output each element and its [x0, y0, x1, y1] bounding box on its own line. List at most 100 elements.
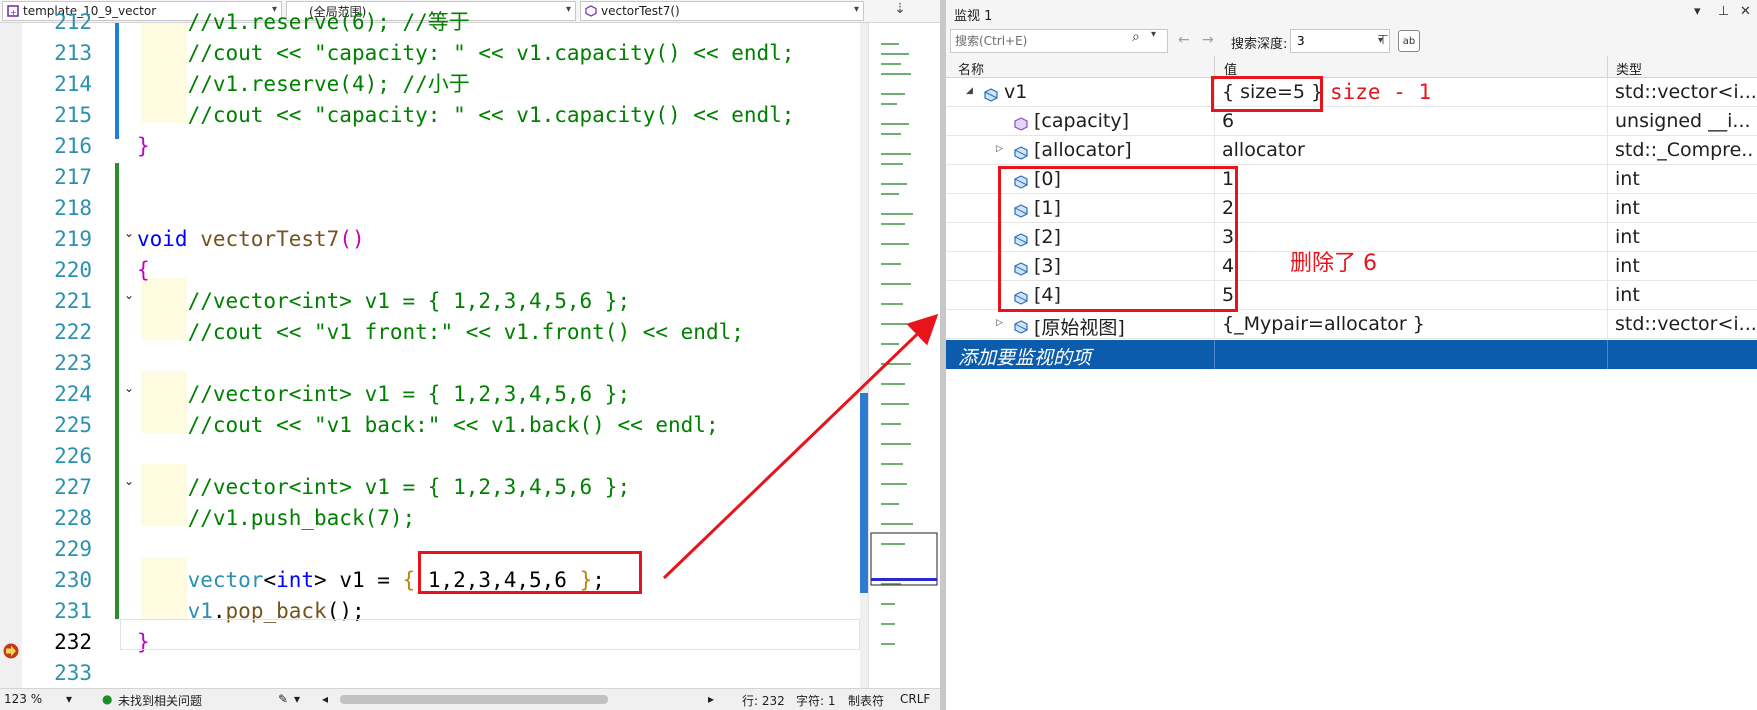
line-number: 221: [54, 289, 92, 313]
svg-text:+: +: [10, 8, 17, 17]
editor-vertical-scrollbar[interactable]: [860, 23, 868, 688]
annotation-box-initializer: [418, 551, 642, 594]
watch-type: std::vector<i...: [1615, 81, 1755, 103]
column-type[interactable]: 类型: [1616, 59, 1642, 78]
code-line[interactable]: {: [137, 255, 150, 286]
code-line[interactable]: void vectorTest7(): [137, 224, 365, 255]
column-name[interactable]: 名称: [958, 59, 984, 78]
chevron-down-icon[interactable]: ▾: [66, 692, 72, 706]
code-line[interactable]: //cout << "capacity: " << v1.capacity() …: [137, 38, 795, 69]
line-number: 224: [54, 382, 92, 406]
pin-icon[interactable]: ⊥: [1718, 4, 1729, 19]
watch-name: [allocator]: [1034, 139, 1132, 161]
line-number: 213: [54, 41, 92, 65]
search-icon[interactable]: ⌕: [1132, 29, 1140, 45]
search-previous-icon[interactable]: ←: [1178, 32, 1190, 48]
editor-horizontal-scrollbar[interactable]: [340, 695, 608, 704]
watch-type: int: [1615, 168, 1640, 190]
split-editor-icon[interactable]: ⇣: [888, 1, 912, 21]
hex-display-icon[interactable]: ab: [1398, 30, 1420, 52]
scroll-right-icon[interactable]: ▸: [708, 692, 714, 706]
expand-icon[interactable]: ▷: [996, 318, 1003, 328]
column-divider: [1607, 310, 1608, 339]
minimap-preview: [870, 43, 938, 645]
issues-status[interactable]: 未找到相关问题: [118, 692, 202, 709]
code-line[interactable]: }: [137, 131, 150, 162]
watch-title: 监视 1: [954, 9, 993, 24]
collapse-icon[interactable]: ◢: [966, 86, 973, 96]
annotation-box-elements: [998, 166, 1238, 312]
line-number: 214: [54, 72, 92, 96]
code-line[interactable]: //vector<int> v1 = { 1,2,3,4,5,6 };: [137, 379, 631, 410]
code-line[interactable]: //vector<int> v1 = { 1,2,3,4,5,6 };: [137, 472, 631, 503]
add-watch-row[interactable]: 添加要监视的项: [946, 340, 1757, 369]
indicator-margin[interactable]: [0, 23, 22, 688]
code-line[interactable]: //cout << "v1 back:" << v1.back() << end…: [137, 410, 719, 441]
close-icon[interactable]: ✕: [1740, 4, 1751, 19]
fold-toggle-icon[interactable]: ⌄: [124, 474, 134, 488]
chevron-down-icon[interactable]: ▾: [1151, 29, 1156, 40]
line-number: 219: [54, 227, 92, 251]
pin-watch-icon[interactable]: ⊤: [1372, 30, 1394, 52]
column-splitter[interactable]: [1214, 56, 1215, 78]
chevron-down-icon: ▾: [853, 4, 859, 15]
current-statement-arrow-icon: [3, 643, 19, 659]
watch-value[interactable]: {_Mypair=allocator }: [1222, 313, 1425, 335]
fold-toggle-icon[interactable]: ⌄: [124, 381, 134, 395]
annotation-box-size: [1211, 76, 1323, 112]
code-line[interactable]: //v1.reserve(6); //等于: [137, 7, 470, 38]
watch-type: int: [1615, 255, 1640, 277]
function-label: vectorTest7(): [601, 4, 680, 18]
watch-type: std::vector<i...: [1615, 313, 1755, 335]
watch-type: int: [1615, 226, 1640, 248]
fold-toggle-icon[interactable]: ⌄: [124, 226, 134, 240]
column-divider: [1607, 78, 1608, 107]
watch-value[interactable]: 6: [1222, 110, 1234, 132]
code-editor[interactable]: + template_10_9_vector ▾ (全局范围) ▾ vector…: [0, 0, 940, 710]
line-number: 223: [54, 351, 92, 375]
code-line[interactable]: //vector<int> v1 = { 1,2,3,4,5,6 };: [137, 286, 631, 317]
brush-icon[interactable]: ✎: [278, 692, 288, 706]
search-next-icon[interactable]: →: [1202, 32, 1214, 48]
column-divider: [1607, 340, 1608, 369]
indent-mode[interactable]: 制表符: [848, 692, 884, 709]
editor-status-bar: 123 % ▾ ● 未找到相关问题 ✎ ▾ ◂ ▸ 行: 232 字符: 1 制…: [0, 688, 940, 710]
zoom-level[interactable]: 123 %: [4, 692, 42, 706]
column-splitter[interactable]: [1607, 56, 1608, 78]
column-divider: [1214, 340, 1215, 369]
code-line[interactable]: //cout << "capacity: " << v1.capacity() …: [137, 100, 795, 131]
column-divider: [1607, 165, 1608, 194]
watch-title-bar: 监视 1 ▾ ⊥ ✕: [946, 0, 1757, 26]
line-number: 212: [54, 10, 92, 34]
column-divider: [1607, 223, 1608, 252]
expand-icon[interactable]: ▷: [996, 144, 1003, 154]
chevron-down-icon[interactable]: ▾: [1694, 4, 1701, 19]
line-ending[interactable]: CRLF: [900, 692, 930, 706]
variable-icon: [984, 85, 998, 102]
column-divider: [1607, 107, 1608, 136]
watch-row[interactable]: ▷ [原始视图] {_Mypair=allocator } std::vector<i…: [946, 310, 1757, 339]
line-number: 215: [54, 103, 92, 127]
watch-value[interactable]: allocator: [1222, 139, 1305, 161]
column-divider: [1607, 136, 1608, 165]
change-bar-saved: [115, 23, 119, 139]
code-line[interactable]: //v1.push_back(7);: [137, 503, 416, 534]
watch-name: [capacity]: [1034, 110, 1130, 132]
minimap[interactable]: [868, 23, 938, 688]
watch-row[interactable]: [capacity] 6 unsigned __i...: [946, 107, 1757, 136]
scroll-left-icon[interactable]: ◂: [322, 692, 328, 706]
watch-type: unsigned __i...: [1615, 110, 1751, 132]
code-line[interactable]: //v1.reserve(4); //小于: [137, 69, 470, 100]
fold-toggle-icon[interactable]: ⌄: [124, 288, 134, 302]
watch-toolbar: 搜索(Ctrl+E) ⌕ ▾ ← → 搜索深度: 3 ▾ ⊤ ab: [946, 26, 1757, 56]
watch-row[interactable]: ▷ [allocator] allocator std::_Compre...: [946, 136, 1757, 165]
line-number: 233: [54, 661, 92, 685]
add-watch-placeholder: 添加要监视的项: [958, 347, 1092, 369]
function-dropdown[interactable]: vectorTest7() ▾: [580, 1, 864, 21]
code-line[interactable]: //cout << "v1 front:" << v1.front() << e…: [137, 317, 744, 348]
line-number: 230: [54, 568, 92, 592]
watch-type: int: [1615, 284, 1640, 306]
variable-icon: [1014, 317, 1028, 334]
chevron-down-icon[interactable]: ▾: [294, 692, 300, 706]
line-number: 227: [54, 475, 92, 499]
